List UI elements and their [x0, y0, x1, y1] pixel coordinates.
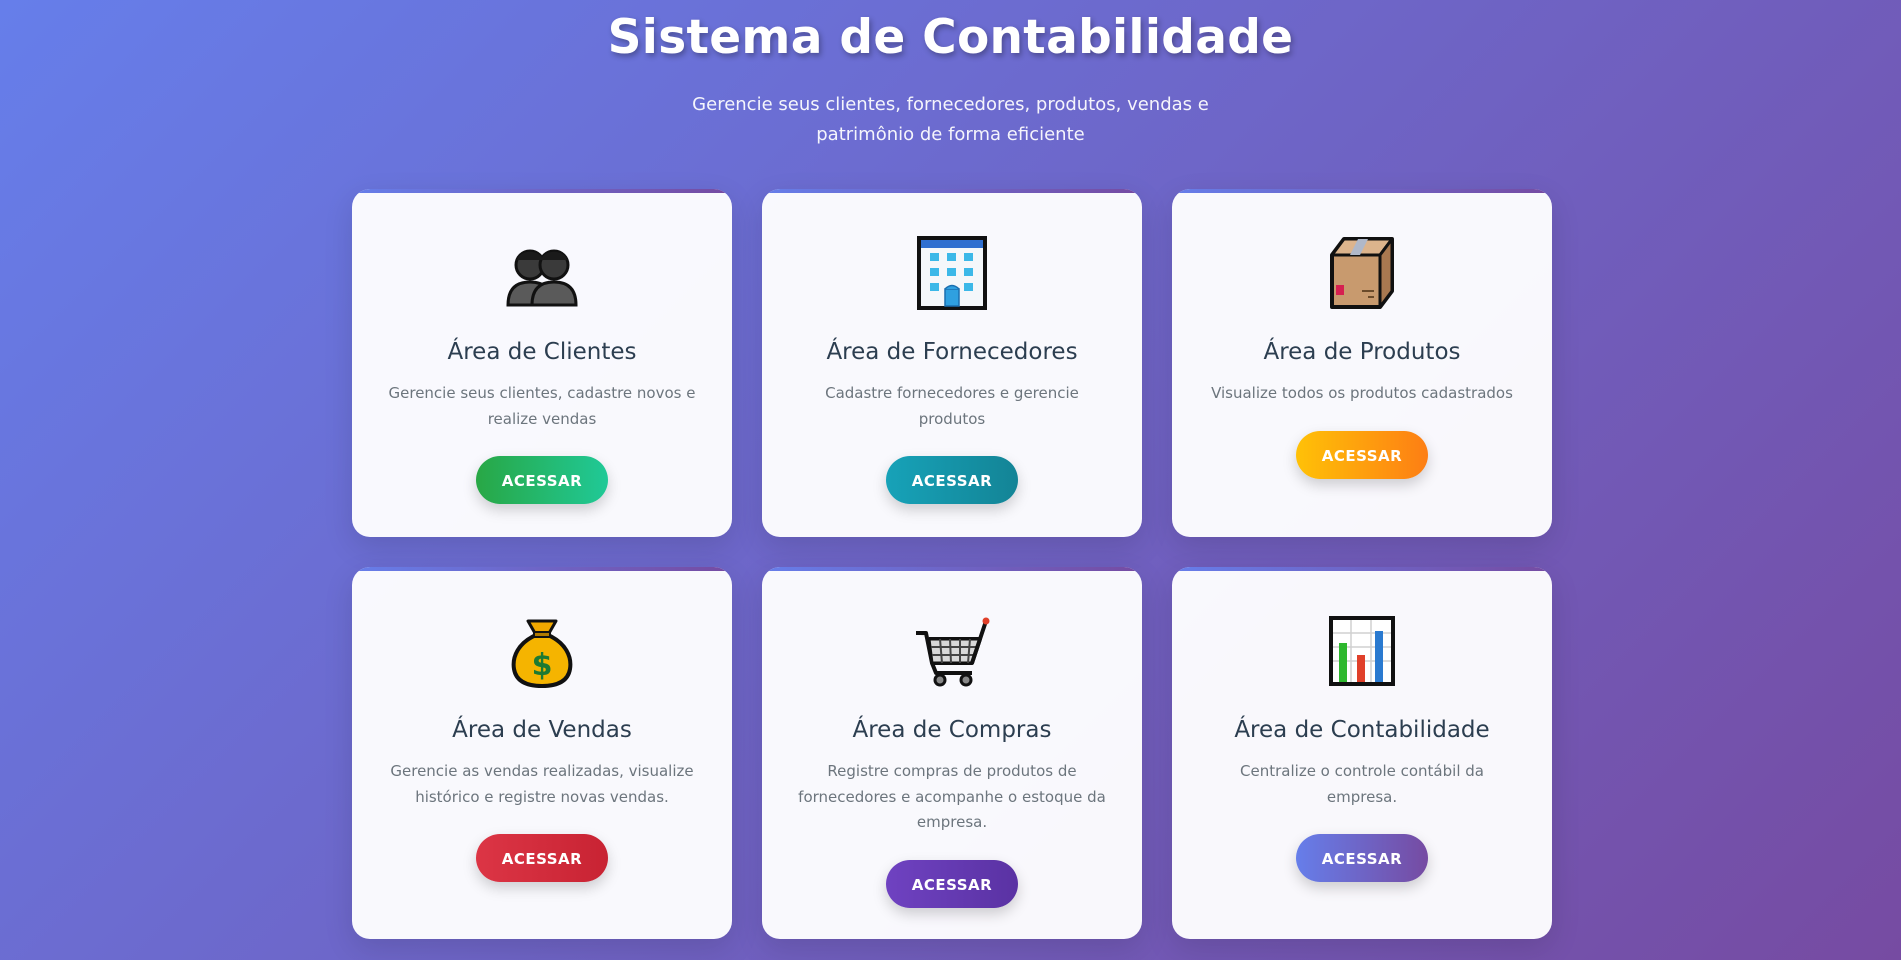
- card-compras-description: Registre compras de produtos de forneced…: [798, 762, 1106, 831]
- shopping-cart-icon: [914, 613, 990, 689]
- page-title: Sistema de Contabilidade: [607, 10, 1294, 65]
- package-box-icon: [1324, 235, 1400, 311]
- svg-text:$: $: [532, 648, 553, 683]
- modules-grid: Área de Clientes Gerencie seus clientes,…: [352, 189, 1552, 939]
- bar-chart-icon: [1324, 613, 1400, 689]
- card-clientes-description: Gerencie seus clientes, cadastre novos e…: [388, 384, 696, 428]
- page-subtitle: Gerencie seus clientes, fornecedores, pr…: [692, 94, 1209, 145]
- card-vendas-description: Gerencie as vendas realizadas, visualize…: [390, 762, 694, 806]
- money-bag-icon: $: [504, 613, 580, 689]
- acessar-fornecedores-button[interactable]: ACESSAR: [886, 456, 1018, 504]
- card-fornecedores-description: Cadastre fornecedores e gerencie produto…: [825, 384, 1079, 428]
- card-fornecedores: Área de Fornecedores Cadastre fornecedor…: [762, 189, 1142, 537]
- card-fornecedores-title: Área de Fornecedores: [826, 339, 1078, 365]
- card-compras: Área de Compras Registre compras de prod…: [762, 567, 1142, 939]
- people-icon: [504, 235, 580, 311]
- card-clientes-title: Área de Clientes: [447, 339, 637, 365]
- card-vendas-title: Área de Vendas: [452, 717, 632, 743]
- card-produtos-description: Visualize todos os produtos cadastrados: [1211, 384, 1513, 402]
- card-produtos: Área de Produtos Visualize todos os prod…: [1172, 189, 1552, 537]
- card-compras-title: Área de Compras: [852, 717, 1052, 743]
- acessar-compras-button[interactable]: ACESSAR: [886, 859, 1018, 908]
- card-vendas: $ Área de Vendas Gerencie as vendas real…: [352, 567, 732, 939]
- office-building-icon: [914, 235, 990, 311]
- card-produtos-title: Área de Produtos: [1263, 339, 1461, 365]
- card-contabilidade-title: Área de Contabilidade: [1234, 717, 1490, 743]
- card-clientes: Área de Clientes Gerencie seus clientes,…: [352, 189, 732, 537]
- acessar-clientes-button[interactable]: ACESSAR: [476, 456, 608, 504]
- acessar-vendas-button[interactable]: ACESSAR: [476, 834, 608, 882]
- acessar-produtos-button[interactable]: ACESSAR: [1296, 430, 1428, 479]
- card-contabilidade: Área de Contabilidade Centralize o contr…: [1172, 567, 1552, 939]
- acessar-contabilidade-button[interactable]: ACESSAR: [1296, 834, 1428, 882]
- card-contabilidade-description: Centralize o controle contábil da empres…: [1240, 762, 1484, 806]
